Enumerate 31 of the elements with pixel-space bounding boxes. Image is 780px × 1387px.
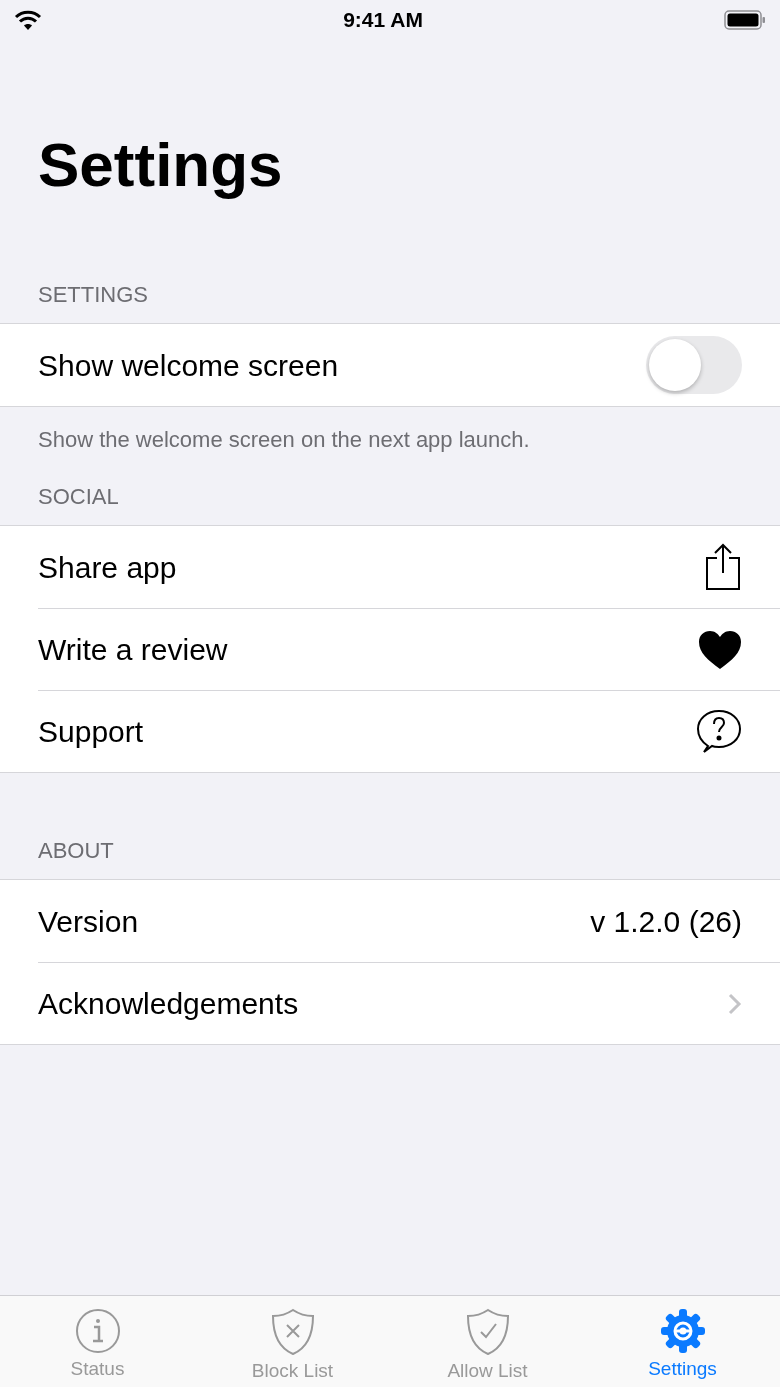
row-label: Share app bbox=[38, 549, 177, 586]
shield-check-icon bbox=[465, 1308, 510, 1356]
battery-icon bbox=[724, 10, 766, 30]
row-label: Write a review bbox=[38, 632, 228, 668]
share-icon[interactable] bbox=[704, 543, 742, 591]
status-time: 9:41 AM bbox=[343, 7, 423, 34]
row-label: Acknowledgements bbox=[38, 986, 299, 1022]
settings-row[interactable]: Acknowledgements bbox=[38, 962, 780, 1044]
tab[interactable]: Settings bbox=[585, 1296, 780, 1387]
help-icon[interactable] bbox=[696, 708, 742, 755]
page-title: Settings bbox=[38, 130, 284, 200]
row-label: Support bbox=[38, 714, 144, 750]
gear-icon bbox=[659, 1308, 706, 1354]
wifi-icon bbox=[14, 10, 42, 30]
shield-cross-icon bbox=[270, 1308, 315, 1356]
settings-row[interactable]: Support bbox=[38, 690, 780, 772]
settings-row[interactable]: Write a review bbox=[38, 608, 780, 690]
settings-row[interactable]: Version v 1.2.0 (26) bbox=[38, 880, 780, 962]
section-header: SOCIAL bbox=[38, 483, 119, 511]
heart-icon[interactable] bbox=[698, 629, 742, 670]
info-icon bbox=[74, 1308, 121, 1354]
section-footer: Show the welcome screen on the next app launch. bbox=[38, 427, 530, 452]
row-label: Version bbox=[38, 903, 139, 940]
settings-row[interactable]: Share app bbox=[38, 526, 780, 608]
toggle-switch[interactable] bbox=[646, 336, 742, 394]
section-header: ABOUT bbox=[38, 837, 114, 865]
settings-row[interactable]: Show welcome screen bbox=[38, 324, 780, 406]
row-label: Show welcome screen bbox=[38, 347, 339, 384]
version-value: v 1.2.0 (26) bbox=[590, 903, 742, 940]
chevron-right-icon bbox=[728, 992, 742, 1015]
section-header: SETTINGS bbox=[38, 281, 148, 309]
